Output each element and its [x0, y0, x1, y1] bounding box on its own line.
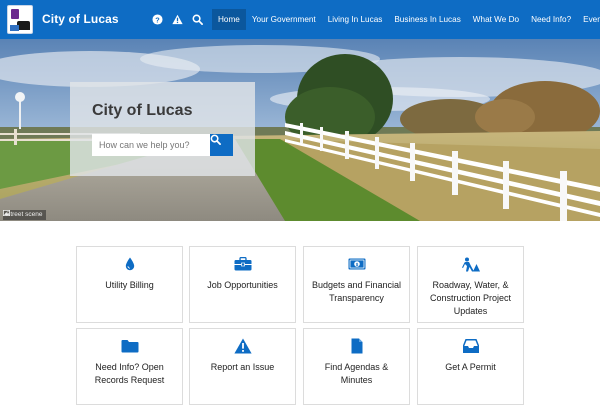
nav-living-in-lucas[interactable]: Living In Lucas [322, 9, 389, 30]
nav-home[interactable]: Home [212, 9, 246, 30]
tile-roadway-water-construction[interactable]: Roadway, Water, & Construction Project U… [417, 246, 524, 323]
tile-utility-billing[interactable]: Utility Billing [76, 246, 183, 323]
nav-business-in-lucas[interactable]: Business In Lucas [388, 9, 466, 30]
water-drop-icon [125, 257, 134, 271]
briefcase-icon [234, 257, 251, 271]
hero-banner: City of Lucas Street scene [0, 39, 600, 221]
folder-icon [121, 340, 138, 353]
image-caption: Street scene [3, 210, 46, 220]
nav-your-government[interactable]: Your Government [246, 9, 322, 30]
tile-budgets-financial-transparency[interactable]: $ Budgets and Financial Transparency [303, 246, 410, 323]
svg-text:$: $ [355, 262, 358, 267]
alert-icon[interactable] [170, 12, 184, 26]
road-worker-icon [461, 257, 480, 271]
tile-label: Roadway, Water, & Construction Project U… [429, 280, 512, 316]
tile-open-records-request[interactable]: Need Info? Open Records Request [76, 328, 183, 405]
tile-label: Budgets and Financial Transparency [311, 280, 402, 303]
warning-icon [233, 338, 252, 354]
tile-label: Need Info? Open Records Request [94, 362, 165, 385]
search-icon [210, 134, 221, 145]
inbox-icon [462, 339, 479, 353]
hero-search-card: City of Lucas [70, 82, 255, 176]
help-icon[interactable]: ? [150, 12, 164, 26]
tile-job-opportunities[interactable]: Job Opportunities [189, 246, 296, 323]
tile-label: Get A Permit [445, 362, 496, 372]
document-icon [351, 338, 362, 354]
city-logo[interactable] [7, 5, 33, 34]
nav-need-info[interactable]: Need Info? [525, 9, 577, 30]
hero-search-input[interactable] [92, 134, 210, 156]
tile-label: Job Opportunities [207, 280, 278, 290]
site-title[interactable]: City of Lucas [42, 12, 119, 26]
search-icon[interactable] [190, 12, 204, 26]
hero-title: City of Lucas [92, 102, 193, 119]
svg-text:?: ? [155, 15, 160, 24]
nav-what-we-do[interactable]: What We Do [467, 9, 525, 30]
tile-report-an-issue[interactable]: Report an Issue [189, 328, 296, 405]
hero-search-button[interactable] [210, 134, 233, 156]
tile-get-a-permit[interactable]: Get A Permit [417, 328, 524, 405]
tile-label: Report an Issue [210, 362, 275, 372]
tile-find-agendas-minutes[interactable]: Find Agendas & Minutes [303, 328, 410, 405]
top-navbar: City of Lucas ? Home Your Government Liv… [0, 0, 600, 39]
main-nav: Home Your Government Living In Lucas Bus… [212, 9, 600, 30]
money-icon: $ [348, 258, 365, 270]
image-icon [3, 210, 10, 216]
tile-label: Find Agendas & Minutes [324, 362, 389, 385]
image-caption-text: Street scene [6, 211, 43, 218]
nav-events[interactable]: Events [577, 9, 600, 30]
tile-label: Utility Billing [105, 280, 154, 290]
